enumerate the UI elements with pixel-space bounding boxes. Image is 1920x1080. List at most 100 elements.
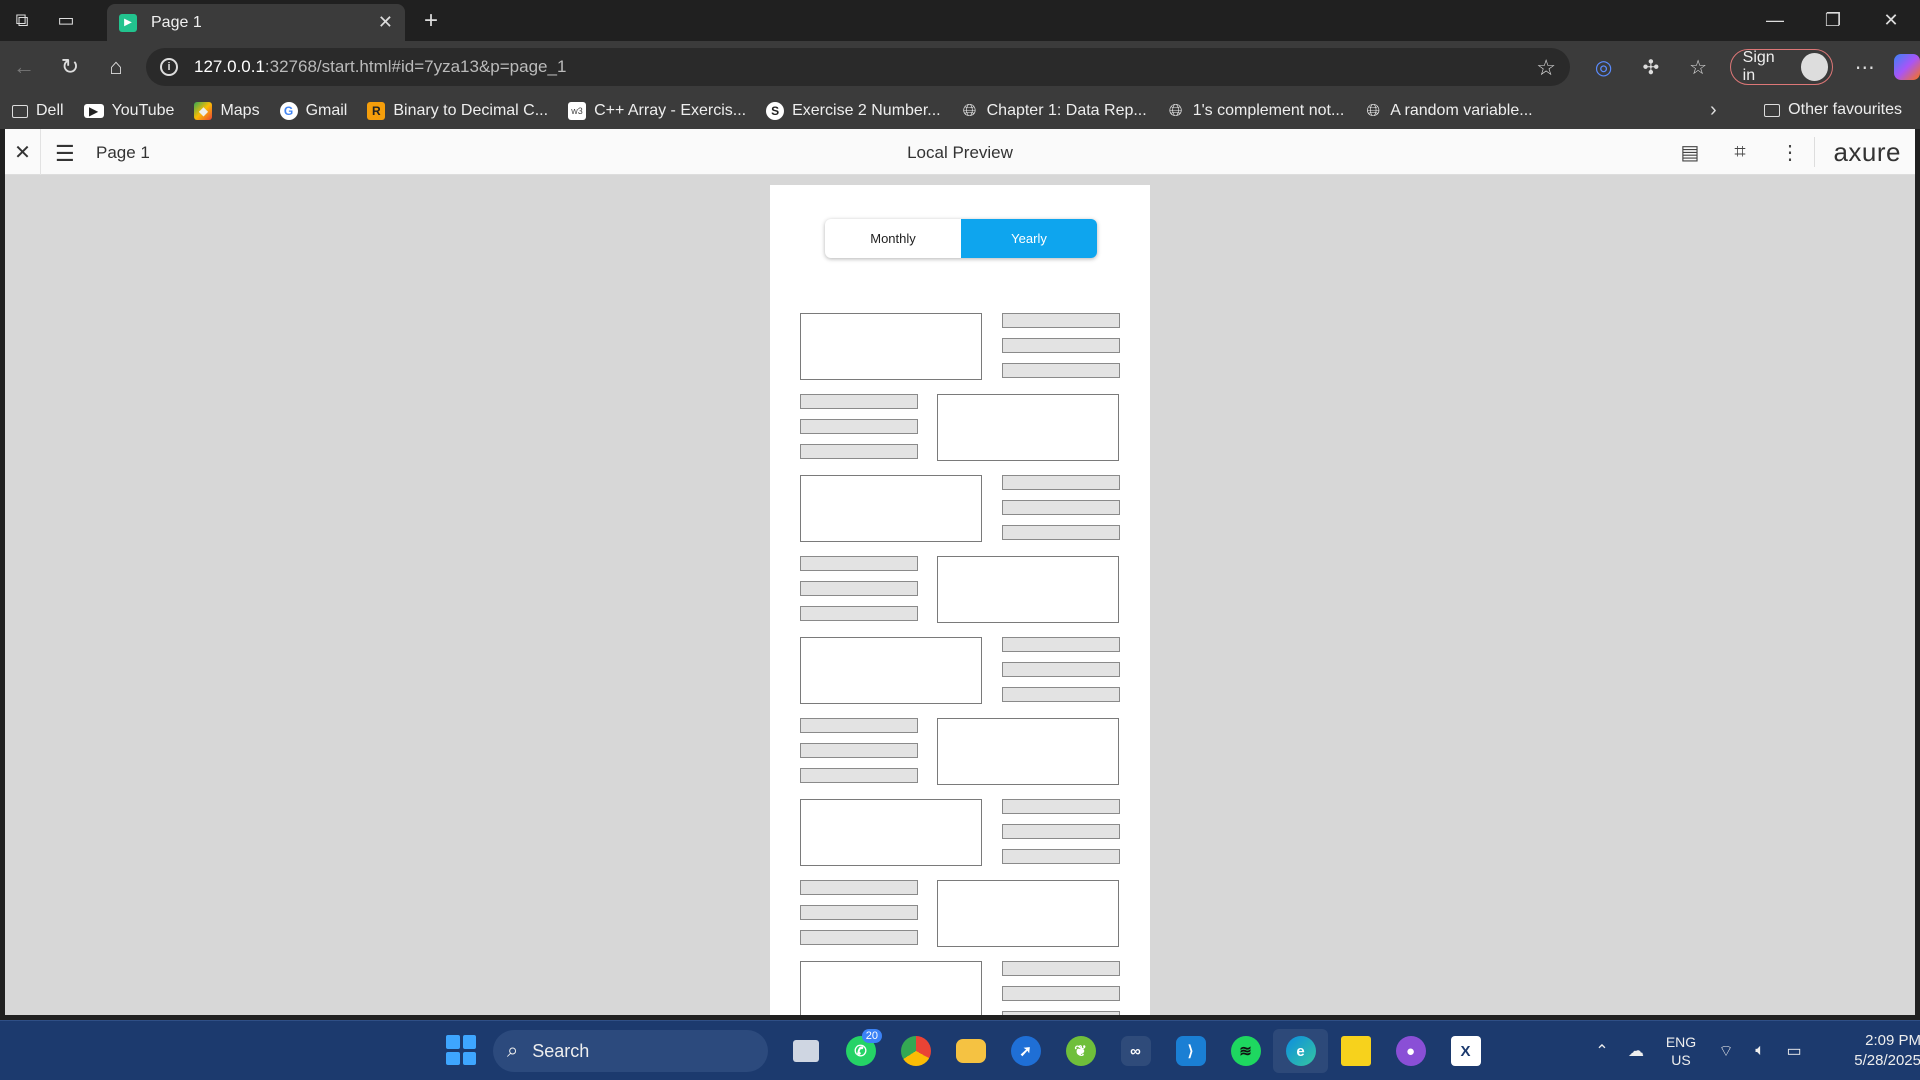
copilot-icon[interactable] bbox=[1894, 54, 1920, 80]
text-placeholder-group bbox=[800, 394, 918, 469]
image-placeholder bbox=[937, 394, 1119, 461]
tab-close-icon[interactable]: ✕ bbox=[378, 12, 393, 33]
battery-icon[interactable]: ▭ bbox=[1777, 1041, 1811, 1061]
youtube-icon: ▶ bbox=[83, 104, 104, 118]
wifi-icon[interactable]: ⌔ bbox=[1709, 1041, 1743, 1061]
taskbar-sticky-notes[interactable] bbox=[1328, 1029, 1383, 1073]
address-bar[interactable]: i 127.0.0.1:32768/start.html#id=7yza13&p… bbox=[146, 48, 1570, 86]
bookmark-binary-to-decimal[interactable]: R Binary to Decimal C... bbox=[367, 102, 548, 120]
restore-icon[interactable]: ❐ bbox=[1804, 0, 1862, 41]
minimize-icon[interactable]: — bbox=[1746, 0, 1804, 41]
new-tab-button[interactable]: + bbox=[414, 4, 448, 38]
text-line-placeholder bbox=[1002, 824, 1120, 839]
browser-toolbar: ← ↻ ⌂ i 127.0.0.1:32768/start.html#id=7y… bbox=[0, 41, 1920, 93]
text-placeholder-group bbox=[1002, 475, 1120, 550]
onedrive-off-icon[interactable]: ☁ bbox=[1619, 1041, 1653, 1061]
page-viewport: ✕ ☰ Page 1 Local Preview ▤ ⌗ ⋮ axure Mon… bbox=[5, 129, 1915, 1015]
sign-in-label: Sign in bbox=[1742, 49, 1775, 84]
bookmark-youtube[interactable]: ▶ YouTube bbox=[83, 102, 174, 120]
taskbar-spotify[interactable]: ≋ bbox=[1218, 1029, 1273, 1073]
vertical-tabs-icon[interactable]: ▭ bbox=[44, 0, 88, 41]
github-icon: ● bbox=[1395, 1036, 1426, 1066]
other-favourites[interactable]: Other favourites bbox=[1764, 101, 1902, 119]
more-vertical-icon[interactable]: ⋮ bbox=[1765, 139, 1815, 165]
axure-logo: axure bbox=[1814, 137, 1901, 167]
text-line-placeholder bbox=[800, 880, 918, 895]
text-line-placeholder bbox=[800, 905, 918, 920]
taskbar-whatsapp[interactable]: ✆ 20 bbox=[833, 1029, 888, 1073]
home-icon[interactable]: ⌂ bbox=[94, 45, 138, 89]
url-path: :32768/start.html#id=7yza13&p=page_1 bbox=[264, 57, 567, 76]
image-placeholder bbox=[800, 961, 982, 1015]
bookmark-maps[interactable]: ◆ Maps bbox=[194, 102, 260, 120]
bookmark-cpp-array[interactable]: w3 C++ Array - Exercis... bbox=[568, 102, 746, 120]
chevron-up-icon[interactable]: ⌃ bbox=[1585, 1041, 1619, 1061]
site-info-icon[interactable]: i bbox=[160, 58, 178, 76]
chrome-icon bbox=[900, 1036, 931, 1066]
taskbar-vscode[interactable]: ⟩ bbox=[1163, 1029, 1218, 1073]
taskbar-app-leaf[interactable]: ❦ bbox=[1053, 1029, 1108, 1073]
text-line-placeholder bbox=[1002, 525, 1120, 540]
text-line-placeholder bbox=[800, 768, 918, 783]
content-row bbox=[800, 394, 1120, 462]
text-placeholder-group bbox=[1002, 637, 1120, 712]
text-line-placeholder bbox=[1002, 313, 1120, 328]
folder-icon bbox=[12, 104, 28, 118]
axure-favicon-icon: ▶ bbox=[119, 13, 137, 32]
image-placeholder bbox=[800, 637, 982, 704]
favorites-icon[interactable]: ☆ bbox=[1674, 45, 1721, 89]
folder-icon bbox=[955, 1039, 986, 1063]
bookmark-dell[interactable]: Dell bbox=[12, 102, 64, 120]
bookmark-exercise-2[interactable]: S Exercise 2 Number... bbox=[766, 102, 941, 120]
back-icon[interactable]: ← bbox=[2, 45, 46, 89]
refresh-icon[interactable]: ↻ bbox=[48, 45, 92, 89]
taskbar-search[interactable]: ⌕ Search bbox=[493, 1030, 768, 1072]
image-placeholder bbox=[800, 799, 982, 866]
content-row bbox=[800, 556, 1120, 624]
volume-icon[interactable]: 🔈︎ bbox=[1743, 1042, 1777, 1060]
bookmark-ones-complement[interactable]: 🌐︎ 1's complement not... bbox=[1167, 101, 1344, 120]
text-line-placeholder bbox=[1002, 961, 1120, 976]
text-line-placeholder bbox=[800, 718, 918, 733]
language-indicator[interactable]: ENG US bbox=[1653, 1033, 1709, 1069]
taskbar-chrome[interactable] bbox=[888, 1029, 943, 1073]
workspaces-icon[interactable]: ⧉ bbox=[0, 0, 44, 41]
text-line-placeholder bbox=[1002, 986, 1120, 1001]
bookmark-chapter-1[interactable]: 🌐︎ Chapter 1: Data Rep... bbox=[961, 101, 1147, 120]
taskbar-edge[interactable]: e bbox=[1273, 1029, 1328, 1073]
taskbar-app-compass[interactable]: ➚ bbox=[998, 1029, 1053, 1073]
favorite-star-icon[interactable]: ☆ bbox=[1536, 55, 1556, 81]
extension-circle-icon[interactable]: ◎ bbox=[1580, 45, 1627, 89]
windows-taskbar: ⌕ Search ✆ 20 ➚ ❦ ∞ ⟩ ≋ e ● X ⌃ ☁ ENG US … bbox=[0, 1020, 1920, 1080]
notes-icon[interactable]: ▤ bbox=[1665, 139, 1715, 165]
taskbar-task-view[interactable] bbox=[778, 1029, 833, 1073]
browser-tab[interactable]: ▶ Page 1 ✕ bbox=[107, 4, 405, 41]
text-placeholder-group bbox=[1002, 313, 1120, 388]
globe-icon: 🌐︎ bbox=[1168, 101, 1183, 120]
taskbar-app-visual-studio[interactable]: ∞ bbox=[1108, 1029, 1163, 1073]
taskbar-app-x[interactable]: X bbox=[1438, 1029, 1493, 1073]
edge-icon: e bbox=[1285, 1036, 1316, 1066]
text-line-placeholder bbox=[1002, 363, 1120, 378]
sign-in-button[interactable]: Sign in bbox=[1729, 49, 1834, 85]
image-placeholder bbox=[937, 880, 1119, 947]
bookmark-random-variable[interactable]: 🌐︎ A random variable... bbox=[1364, 101, 1532, 120]
toggle-monthly[interactable]: Monthly bbox=[825, 219, 961, 258]
bookmarks-bar: Dell ▶ YouTube ◆ Maps G Gmail R Binary to De… bbox=[0, 93, 1920, 129]
inspect-icon[interactable]: ⌗ bbox=[1715, 139, 1765, 165]
text-line-placeholder bbox=[1002, 799, 1120, 814]
toggle-yearly[interactable]: Yearly bbox=[961, 219, 1097, 258]
profile-avatar bbox=[1800, 53, 1829, 81]
compass-icon: ➚ bbox=[1010, 1036, 1041, 1066]
taskbar-file-explorer[interactable] bbox=[943, 1029, 998, 1073]
close-window-icon[interactable]: ✕ bbox=[1862, 0, 1920, 41]
browser-title-bar: ⧉ ▭ ▶ Page 1 ✕ + — ❐ ✕ bbox=[0, 0, 1920, 41]
taskbar-apps: ✆ 20 ➚ ❦ ∞ ⟩ ≋ e ● X bbox=[778, 1029, 1493, 1073]
bookmark-gmail[interactable]: G Gmail bbox=[279, 102, 347, 120]
clock[interactable]: 2:09 PM 5/28/2025 bbox=[1831, 1031, 1920, 1071]
bookmarks-overflow-chevron-icon[interactable]: › bbox=[1710, 99, 1717, 122]
more-options-icon[interactable]: ⋯ bbox=[1841, 45, 1888, 89]
extensions-puzzle-icon[interactable]: ✣ bbox=[1627, 45, 1674, 89]
taskbar-github[interactable]: ● bbox=[1383, 1029, 1438, 1073]
windows-start-icon[interactable] bbox=[446, 1035, 476, 1065]
